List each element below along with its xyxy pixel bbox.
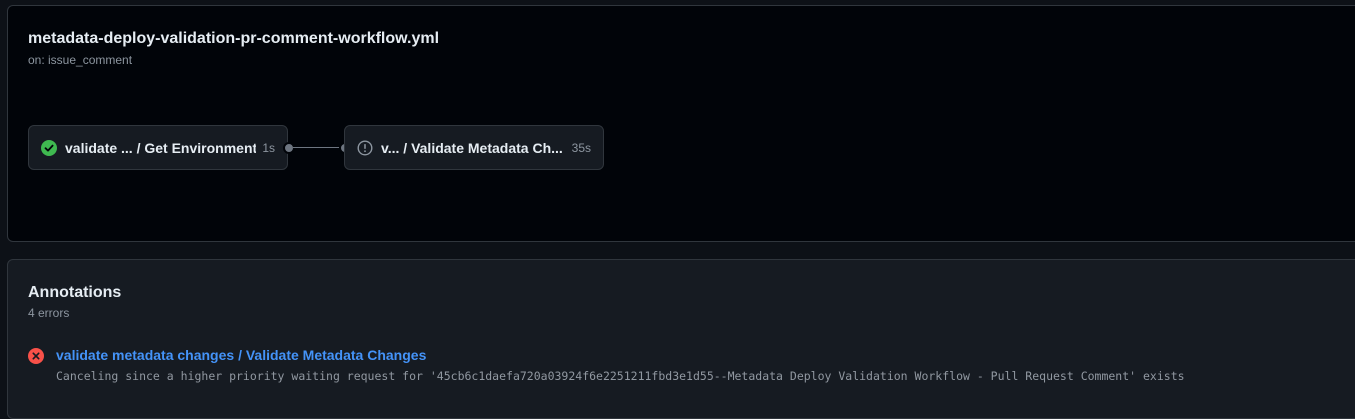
job-duration: 35s <box>571 140 591 155</box>
job-label: validate ... / Get Environment <box>65 139 257 156</box>
workflow-graph-panel: metadata-deploy-validation-pr-comment-wo… <box>7 5 1355 242</box>
x-circle-fill-icon <box>28 348 44 364</box>
job-duration: 1s <box>262 140 275 155</box>
job-node-get-environment[interactable]: validate ... / Get Environment 1s <box>28 125 288 170</box>
alert-circle-icon <box>357 139 373 156</box>
job-connector-line <box>293 147 343 148</box>
annotations-heading: Annotations <box>28 284 122 301</box>
annotations-count: 4 errors <box>28 306 70 320</box>
job-label: v... / Validate Metadata Ch... <box>381 139 563 156</box>
workflow-file-title: metadata-deploy-validation-pr-comment-wo… <box>28 30 440 47</box>
workflow-trigger: on: issue_comment <box>28 53 133 67</box>
annotation-message: Canceling since a higher priority waitin… <box>56 369 1185 383</box>
job-node-validate-metadata-changes[interactable]: v... / Validate Metadata Ch... 35s <box>344 125 604 170</box>
annotations-panel: Annotations 4 errors validate metadata c… <box>7 259 1355 419</box>
check-circle-fill-icon <box>41 139 57 156</box>
job-output-port <box>283 142 295 154</box>
annotation-job-link[interactable]: validate metadata changes / Validate Met… <box>56 347 426 363</box>
